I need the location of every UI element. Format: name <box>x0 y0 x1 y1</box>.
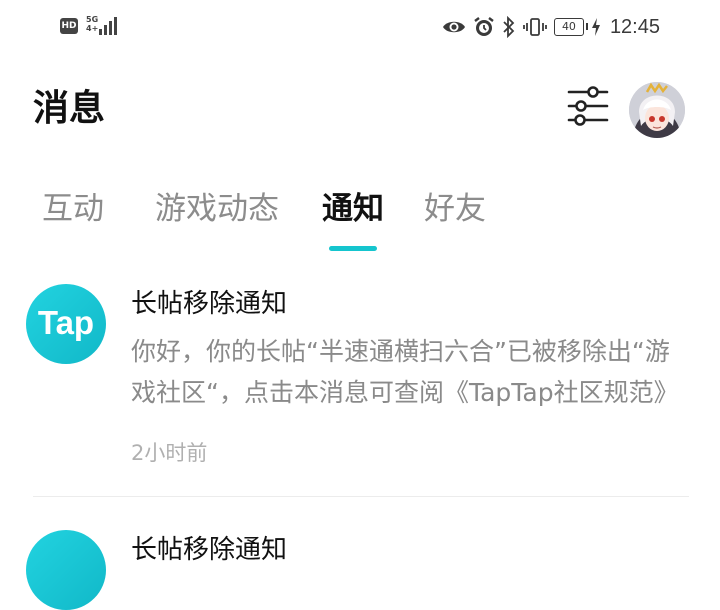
vibrate-icon <box>523 18 547 36</box>
charging-icon <box>591 18 600 36</box>
signal-icon <box>99 17 121 35</box>
taptap-logo-icon <box>26 530 106 610</box>
tab-friends[interactable]: 好友 <box>424 184 486 234</box>
notification-time: 2小时前 <box>131 441 208 465</box>
network-type: 5G 4+ <box>86 15 99 33</box>
sliders-icon <box>567 86 609 126</box>
bluetooth-icon <box>503 16 515 38</box>
tab-notifications[interactable]: 通知 <box>322 184 384 234</box>
avatar-image <box>629 82 685 138</box>
eye-icon <box>442 21 465 33</box>
notification-body: 你好，你的长帖“半速通横扫六合”已被移除出“游戏社区“，点击本消息可查阅《Tap… <box>131 337 679 407</box>
tab-game-updates[interactable]: 游戏动态 <box>155 184 279 234</box>
tab-bar: 互动 游戏动态 通知 好友 <box>0 184 720 254</box>
notification-title: 长帖移除通知 <box>131 535 288 565</box>
status-bar: HD 5G 4+ 40 12:45 <box>0 0 720 54</box>
status-icons: 40 12:45 <box>442 14 660 40</box>
filter-button[interactable] <box>566 86 610 126</box>
battery-icon: 40 <box>553 18 588 36</box>
notification-title: 长帖移除通知 <box>131 289 288 319</box>
status-time: 12:45 <box>609 15 660 38</box>
alarm-icon <box>474 17 494 36</box>
tab-interaction[interactable]: 互动 <box>42 184 104 234</box>
taptap-logo-icon: Tap <box>26 284 106 364</box>
page-title: 消息 <box>33 88 106 129</box>
active-tab-indicator <box>329 246 377 251</box>
hd-badge: HD <box>60 18 78 34</box>
divider <box>33 496 689 497</box>
avatar[interactable] <box>629 82 685 138</box>
